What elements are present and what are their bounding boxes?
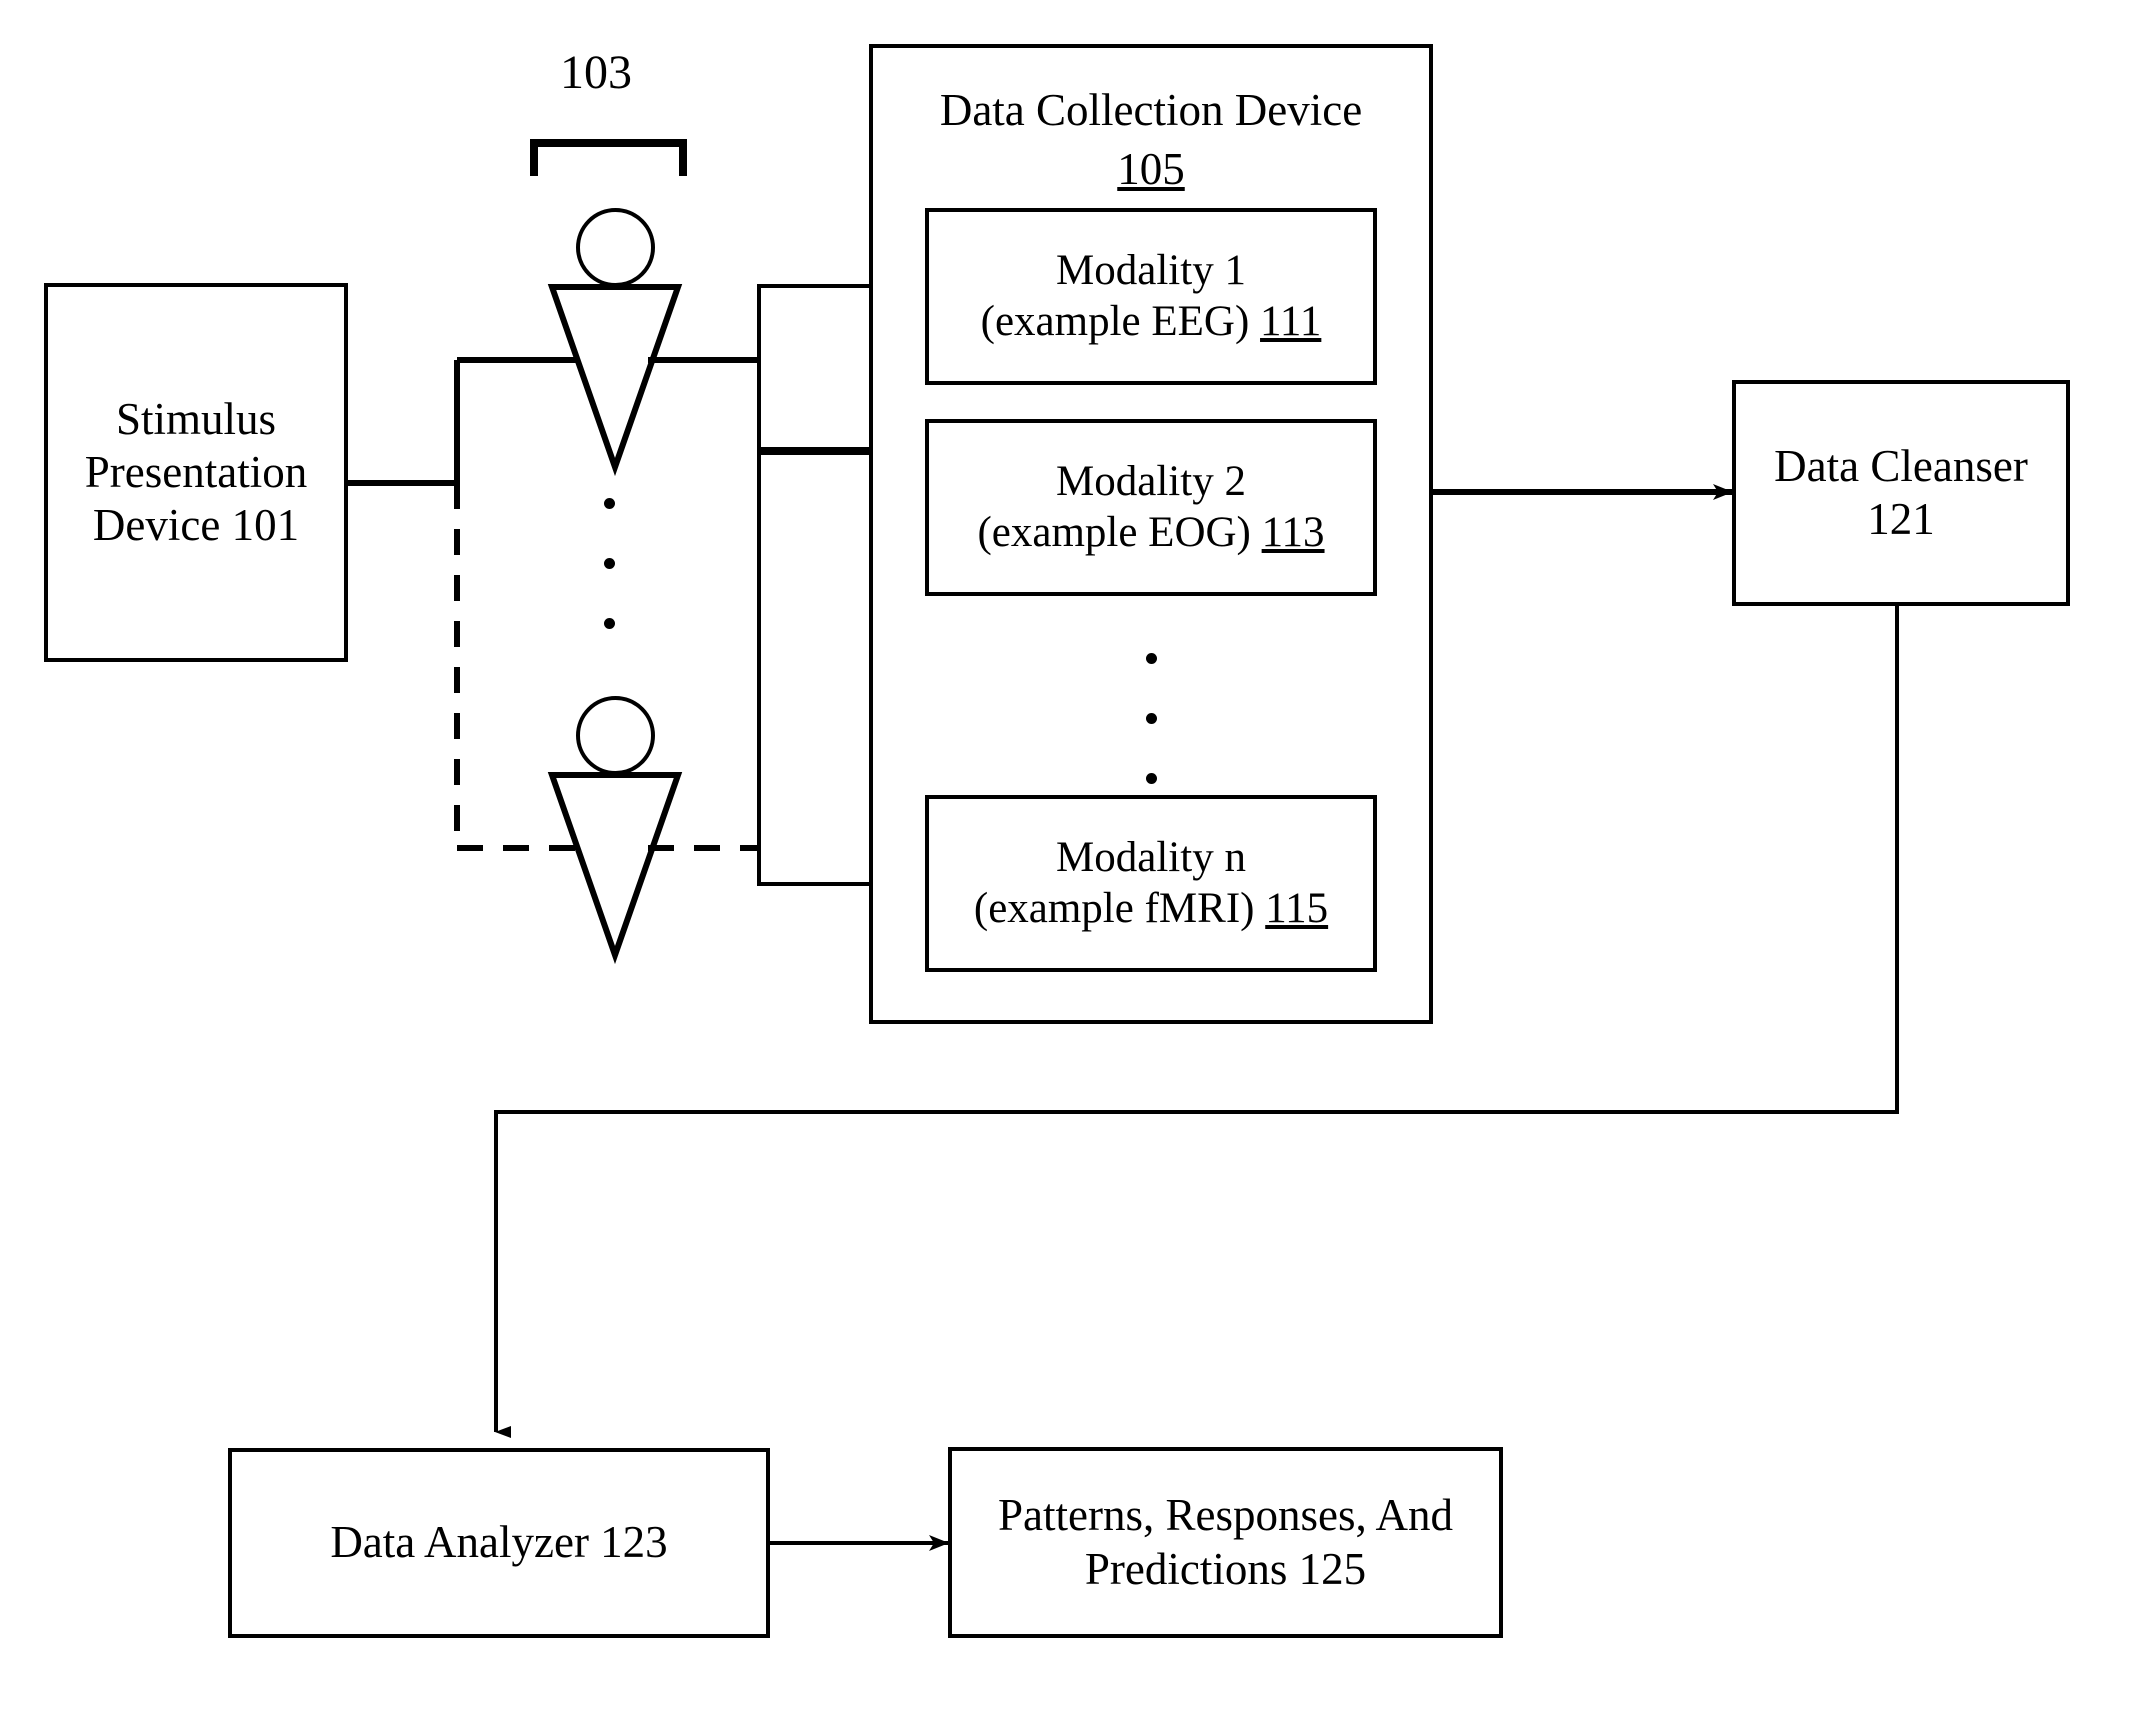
data-analyzer-label: Data Analyzer 123 (330, 1517, 668, 1568)
modality-n-example-text: (example fMRI) (973, 884, 1266, 932)
data-collection-device-ref: 105 (1117, 144, 1185, 195)
modality-n-ref: 115 (1265, 884, 1329, 932)
modality-2-box[interactable]: Modality 2 (example EOG) 113 (925, 419, 1377, 596)
figure-canvas: 103 Stimulus Presentation Device 101 Dat… (0, 0, 2129, 1710)
data-collection-device-title: Data Collection Device (939, 85, 1363, 135)
modalities-ellipsis-dot-1 (1146, 653, 1157, 664)
modality-1-example-text: (example EEG) (980, 297, 1261, 345)
subjects-ref-label: 103 (560, 46, 632, 99)
collector-input-bus-lower (757, 451, 873, 886)
stimulus-presentation-device-box[interactable]: Stimulus Presentation Device 101 (44, 283, 348, 662)
edge-stimulus-fanout (348, 354, 601, 854)
modality-2-title: Modality 2 (1056, 457, 1246, 505)
subject-1-body-icon (547, 284, 683, 477)
collector-input-bus-upper (757, 284, 873, 451)
data-cleanser-box[interactable]: Data Cleanser 121 (1732, 380, 2070, 606)
data-cleanser-label: Data Cleanser 121 (1774, 440, 2028, 544)
subject-1-head-icon (576, 208, 655, 287)
subjects-ellipsis-dot-3 (604, 618, 615, 629)
stimulus-presentation-device-label: Stimulus Presentation Device 101 (84, 393, 308, 551)
modality-n-text-wrap: Modality n (example fMRI) 115 (974, 833, 1328, 934)
modality-1-box[interactable]: Modality 1 (example EEG) 111 (925, 208, 1377, 385)
modality-2-example-text: (example EOG) (977, 508, 1262, 556)
modality-n-box[interactable]: Modality n (example fMRI) 115 (925, 795, 1377, 972)
data-analyzer-box[interactable]: Data Analyzer 123 (228, 1448, 770, 1638)
modality-2-text-wrap: Modality 2 (example EOG) 113 (977, 457, 1324, 558)
modality-n-title: Modality n (1056, 833, 1246, 881)
modality-2-example: (example EOG) 113 (977, 508, 1324, 559)
modality-n-example: (example fMRI) 115 (974, 884, 1328, 935)
modality-1-example: (example EEG) 111 (981, 297, 1322, 348)
modalities-ellipsis-dot-3 (1146, 773, 1157, 784)
modality-1-title: Modality 1 (1056, 246, 1246, 294)
subjects-ellipsis-dot-1 (604, 498, 615, 509)
subjects-bracket (530, 139, 687, 176)
subjects-ellipsis-dot-2 (604, 558, 615, 569)
subject-n-head-icon (576, 696, 655, 775)
subject-n-body-icon (547, 772, 683, 965)
modality-1-ref: 111 (1260, 297, 1322, 345)
patterns-responses-predictions-label: Patterns, Responses, And Predictions 125 (998, 1490, 1453, 1594)
patterns-responses-predictions-box[interactable]: Patterns, Responses, And Predictions 125 (948, 1447, 1503, 1638)
modalities-ellipsis-dot-2 (1146, 713, 1157, 724)
modality-2-ref: 113 (1261, 508, 1325, 556)
modality-1-text-wrap: Modality 1 (example EEG) 111 (981, 246, 1322, 347)
